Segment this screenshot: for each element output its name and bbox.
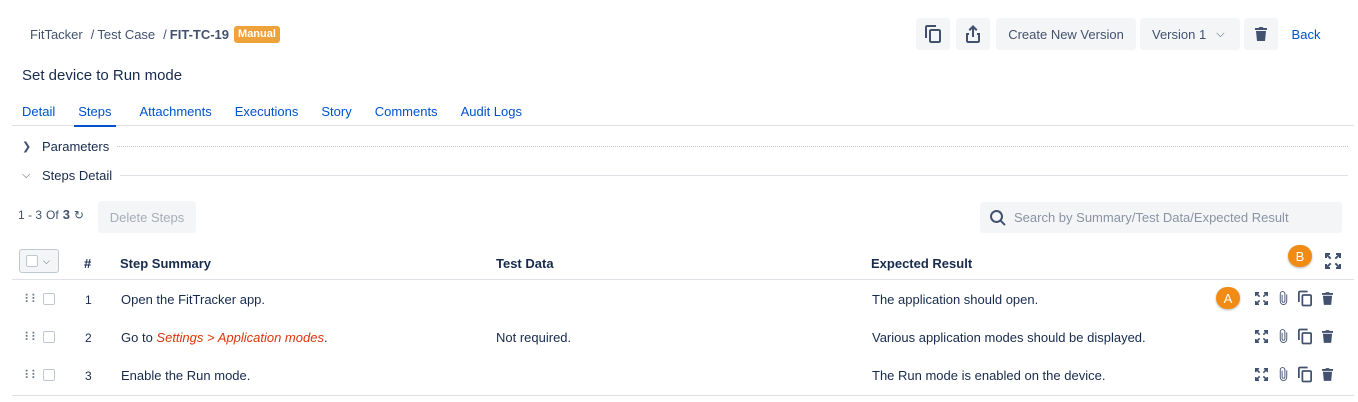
expand-icon[interactable] bbox=[1250, 368, 1272, 381]
drag-handle-icon[interactable]: ⠇⠇ bbox=[24, 368, 40, 382]
attachment-icon[interactable] bbox=[1272, 367, 1294, 382]
drag-handle-icon[interactable]: ⠇⠇ bbox=[24, 292, 40, 306]
create-new-version-button[interactable]: Create New Version bbox=[996, 18, 1136, 50]
step-test-data: Not required. bbox=[496, 330, 572, 345]
table-row: ⠇⠇ 2 Go to Settings > Application modes.… bbox=[12, 318, 1354, 356]
search-input[interactable] bbox=[1014, 210, 1334, 225]
row-checkbox[interactable] bbox=[43, 293, 55, 305]
trash-icon[interactable] bbox=[1316, 330, 1338, 343]
tab-steps[interactable]: Steps bbox=[74, 96, 116, 127]
step-number: 3 bbox=[85, 369, 92, 383]
chevron-down-icon: ⌵ bbox=[22, 168, 31, 181]
copy-icon[interactable] bbox=[1294, 290, 1316, 307]
step-summary-text: Go to bbox=[121, 330, 157, 345]
pagination: 1 - 3 Of 3 ↻ bbox=[18, 207, 84, 222]
delete-button[interactable] bbox=[1244, 18, 1278, 50]
attachment-icon[interactable] bbox=[1272, 291, 1294, 306]
parameters-label: Parameters bbox=[42, 138, 110, 154]
pagination-range: 1 - 3 bbox=[18, 207, 43, 222]
annotation-marker-a: A bbox=[1216, 287, 1240, 309]
step-number: 1 bbox=[85, 293, 92, 307]
expand-icon[interactable] bbox=[1250, 330, 1272, 343]
trash-icon[interactable] bbox=[1316, 368, 1338, 381]
expand-all-icon[interactable] bbox=[1325, 253, 1341, 272]
tab-bar: Detail Steps Attachments Executions Stor… bbox=[12, 96, 1354, 127]
step-summary: Go to Settings > Application modes. bbox=[121, 330, 328, 345]
tab-audit-logs[interactable]: Audit Logs bbox=[461, 96, 522, 126]
version-label: Version 1 bbox=[1152, 26, 1207, 42]
parameters-section-toggle[interactable]: ❯ Parameters bbox=[22, 136, 1348, 156]
breadcrumb-project[interactable]: FitTacker bbox=[30, 27, 83, 42]
step-summary-suffix: . bbox=[323, 330, 328, 345]
row-checkbox[interactable] bbox=[43, 331, 55, 343]
breadcrumb-separator: / bbox=[90, 27, 95, 42]
trash-icon[interactable] bbox=[1316, 292, 1338, 305]
trash-icon bbox=[1255, 27, 1267, 41]
breadcrumb: FitTacker / Test Case / FIT-TC-19 Manual bbox=[30, 26, 280, 43]
tab-story[interactable]: Story bbox=[321, 96, 351, 126]
pagination-of: Of bbox=[46, 207, 59, 222]
row-actions bbox=[1250, 366, 1338, 383]
step-summary-link: Settings > Application modes bbox=[156, 330, 324, 345]
steps-detail-section-toggle[interactable]: ⌵ Steps Detail bbox=[22, 165, 1348, 185]
refresh-icon[interactable]: ↻ bbox=[74, 208, 84, 222]
delete-steps-button[interactable]: Delete Steps bbox=[98, 201, 196, 233]
annotation-marker-b: B bbox=[1288, 245, 1312, 267]
drag-handle-icon[interactable]: ⠇⠇ bbox=[24, 330, 40, 344]
chevron-down-icon: ⌵ bbox=[1216, 27, 1225, 40]
export-button[interactable] bbox=[956, 18, 990, 50]
column-header-number: # bbox=[84, 256, 92, 271]
column-header-step-summary[interactable]: Step Summary bbox=[120, 256, 211, 271]
step-summary-text: Open the FitTracker app. bbox=[121, 292, 266, 307]
row-checkbox[interactable] bbox=[43, 369, 55, 381]
breadcrumb-separator: / bbox=[163, 27, 167, 42]
select-all-dropdown[interactable]: ⌵ bbox=[19, 249, 59, 273]
section-divider bbox=[120, 174, 1348, 176]
breadcrumb-current: FIT-TC-19 bbox=[169, 27, 230, 42]
clone-button[interactable] bbox=[916, 18, 950, 50]
table-row: ⠇⠇ 3 Enable the Run mode. The Run mode i… bbox=[12, 356, 1354, 394]
row-actions bbox=[1250, 328, 1338, 345]
step-summary-text: Enable the Run mode. bbox=[121, 368, 251, 383]
step-summary: Enable the Run mode. bbox=[121, 368, 250, 383]
table-header: ⌵ # Step Summary Test Data Expected Resu… bbox=[12, 247, 1354, 280]
copy-icon bbox=[925, 25, 941, 43]
step-number: 2 bbox=[85, 331, 92, 345]
copy-icon[interactable] bbox=[1294, 328, 1316, 345]
step-expected-result: The Run mode is enabled on the device. bbox=[872, 368, 1106, 383]
column-header-expected-result[interactable]: Expected Result bbox=[871, 256, 972, 271]
chevron-down-icon: ⌵ bbox=[43, 255, 50, 266]
steps-detail-label: Steps Detail bbox=[42, 167, 113, 183]
back-button[interactable]: Back bbox=[1286, 18, 1326, 50]
tab-detail[interactable]: Detail bbox=[22, 96, 55, 126]
tab-attachments[interactable]: Attachments bbox=[140, 96, 212, 126]
pagination-total: 3 bbox=[62, 207, 70, 222]
search-icon bbox=[990, 209, 1006, 226]
tab-comments[interactable]: Comments bbox=[375, 96, 438, 126]
expand-icon[interactable] bbox=[1250, 292, 1272, 305]
step-summary: Open the FitTracker app. bbox=[121, 292, 265, 307]
column-header-test-data[interactable]: Test Data bbox=[496, 256, 554, 271]
search-box bbox=[980, 202, 1342, 233]
table-bottom-border bbox=[12, 395, 1354, 396]
table-row: ⠇⠇ 1 Open the FitTracker app. The applic… bbox=[12, 280, 1354, 318]
section-divider bbox=[117, 145, 1348, 147]
copy-icon[interactable] bbox=[1294, 366, 1316, 383]
attachment-icon[interactable] bbox=[1272, 329, 1294, 344]
page-title: Set device to Run mode bbox=[22, 67, 183, 84]
export-icon bbox=[966, 25, 980, 43]
select-all-checkbox[interactable] bbox=[26, 255, 38, 267]
version-select[interactable]: Version 1 ⌵ bbox=[1140, 18, 1240, 50]
chevron-right-icon: ❯ bbox=[22, 140, 32, 153]
step-expected-result: The application should open. bbox=[872, 292, 1039, 307]
tab-executions[interactable]: Executions bbox=[235, 96, 299, 126]
type-badge: Manual bbox=[234, 26, 280, 43]
breadcrumb-section[interactable]: Test Case bbox=[97, 27, 155, 42]
step-expected-result: Various application modes should be disp… bbox=[872, 330, 1146, 345]
row-actions bbox=[1250, 290, 1338, 307]
